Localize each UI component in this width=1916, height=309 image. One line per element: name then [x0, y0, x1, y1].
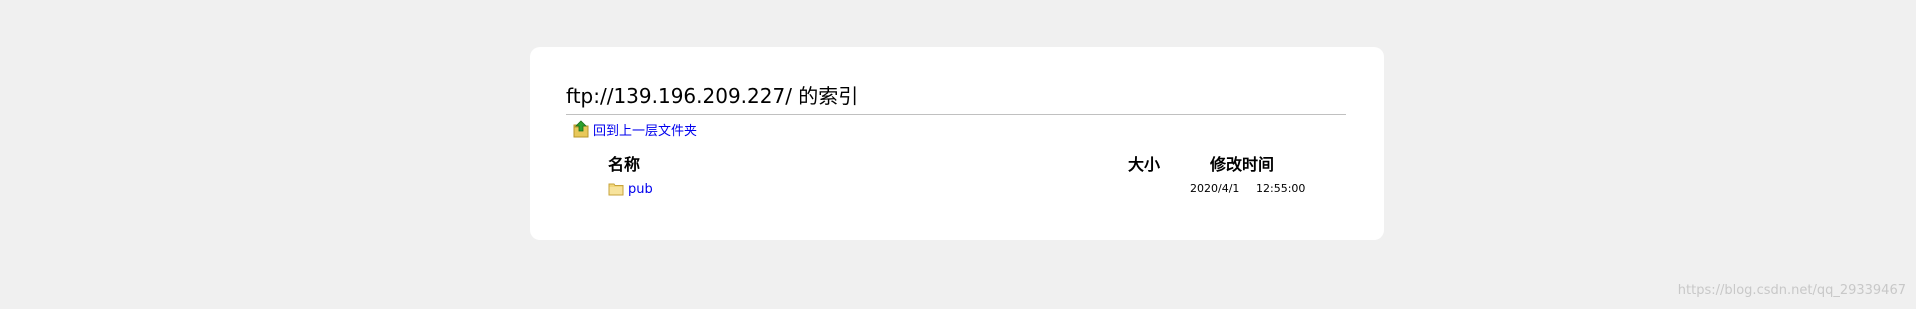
folder-link-pub[interactable]: pub: [608, 181, 653, 197]
up-folder-icon: [573, 120, 589, 138]
directory-listing-card: ftp://139.196.209.227/ 的索引 回到上一层文件夹 名称 大…: [530, 47, 1384, 240]
column-header-size[interactable]: 大小: [1128, 155, 1160, 175]
row-date: 2020/4/1: [1190, 182, 1240, 195]
parent-folder-label[interactable]: 回到上一层文件夹: [593, 120, 697, 139]
watermark: https://blog.csdn.net/qq_29339467: [1677, 283, 1906, 298]
row-name[interactable]: pub: [628, 182, 653, 197]
parent-folder-link[interactable]: 回到上一层文件夹: [573, 119, 697, 139]
folder-icon: [608, 181, 624, 197]
column-header-name[interactable]: 名称: [608, 155, 640, 175]
page-title: ftp://139.196.209.227/ 的索引: [566, 84, 859, 108]
row-time: 12:55:00: [1256, 182, 1306, 195]
table-row: pub 2020/4/1 12:55:00: [608, 181, 1308, 199]
column-header-modified[interactable]: 修改时间: [1210, 155, 1274, 175]
page-heading: ftp://139.196.209.227/ 的索引: [566, 83, 1346, 115]
